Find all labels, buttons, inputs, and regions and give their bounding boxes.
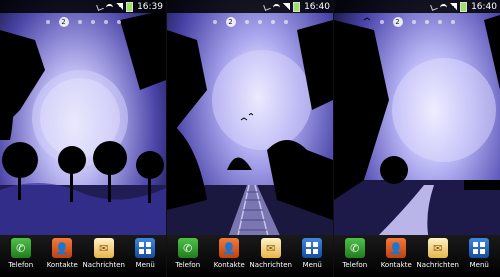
menu-label: Menü	[135, 261, 155, 269]
messages-shortcut[interactable]: ✉ Nachrichten	[82, 238, 125, 269]
clock: 16:40	[304, 1, 330, 12]
current-page-dot: 2	[225, 17, 236, 27]
phone-icon: ✆	[344, 238, 365, 258]
page-dot[interactable]	[411, 20, 416, 24]
signal-icon	[116, 3, 124, 10]
page-dot[interactable]	[77, 20, 82, 24]
page-dot[interactable]	[90, 20, 95, 24]
contacts-label: Kontakte	[46, 261, 78, 269]
battery-icon	[126, 1, 134, 12]
menu-shortcut[interactable]: Menü	[125, 238, 165, 269]
menu-shortcut[interactable]: Menü	[292, 238, 332, 269]
dock: ✆ Telefon 👤 Kontakte ✉ Nachrichten Menü	[0, 235, 166, 277]
messages-shortcut[interactable]: ✉ Nachrichten	[249, 238, 292, 269]
clock: 16:39	[137, 1, 163, 12]
contacts-icon: 👤	[386, 238, 407, 258]
page-dot[interactable]	[103, 20, 108, 24]
signal-icon	[283, 3, 291, 10]
page-indicator: 2	[334, 17, 500, 27]
clock: 16:40	[471, 1, 497, 12]
messages-label: Nachrichten	[82, 261, 125, 269]
usb-icon	[430, 2, 438, 11]
battery-icon	[293, 1, 301, 12]
page-dot[interactable]	[270, 20, 275, 24]
page-dot[interactable]	[437, 20, 442, 24]
phone-icon: ✆	[10, 238, 31, 258]
page-dot[interactable]	[45, 20, 50, 24]
page-dot[interactable]	[244, 20, 249, 24]
messages-label: Nachrichten	[249, 261, 292, 269]
screenshot-strip: 16:39 2 ✆ Telefon 👤 Kontakte ✉ Nachricht…	[0, 0, 500, 277]
messages-icon: ✉	[427, 238, 448, 258]
contacts-label: Kontakte	[213, 261, 245, 269]
dock: ✆ Telefon 👤 Kontakte ✉ Nachrichten Menü	[167, 235, 333, 277]
menu-label: Menü	[469, 261, 489, 269]
phone-label: Telefon	[8, 261, 34, 269]
menu-grid-icon	[135, 238, 156, 258]
page-dot[interactable]	[116, 20, 121, 24]
page-dot[interactable]	[257, 20, 262, 24]
phone-shortcut[interactable]: ✆ Telefon	[335, 238, 375, 269]
signal-icon	[450, 3, 458, 10]
wifi-icon	[106, 3, 114, 10]
contacts-icon: 👤	[219, 238, 240, 258]
current-page-dot: 2	[58, 17, 69, 27]
page-dot[interactable]	[283, 20, 288, 24]
menu-label: Menü	[302, 261, 322, 269]
page-dot[interactable]	[424, 20, 429, 24]
page-dot[interactable]	[450, 20, 455, 24]
phone-label: Telefon	[175, 261, 201, 269]
messages-shortcut[interactable]: ✉ Nachrichten	[416, 238, 459, 269]
wifi-icon	[273, 3, 281, 10]
phone-icon: ✆	[177, 238, 198, 258]
contacts-icon: 👤	[52, 238, 73, 258]
contacts-shortcut[interactable]: 👤 Kontakte	[209, 238, 249, 269]
battery-icon	[460, 1, 468, 12]
contacts-shortcut[interactable]: 👤 Kontakte	[376, 238, 416, 269]
dock: ✆ Telefon 👤 Kontakte ✉ Nachrichten Menü	[334, 235, 500, 277]
menu-grid-icon	[469, 238, 490, 258]
menu-grid-icon	[302, 238, 323, 258]
page-indicator: 2	[167, 17, 333, 27]
phone-shortcut[interactable]: ✆ Telefon	[168, 238, 208, 269]
phone-label: Telefon	[342, 261, 368, 269]
phone-screen-3: 16:40 2 ✆ Telefon 👤 Kontakte ✉ Nachricht…	[334, 0, 500, 277]
page-indicator: 2	[0, 17, 166, 27]
contacts-shortcut[interactable]: 👤 Kontakte	[42, 238, 82, 269]
messages-icon: ✉	[260, 238, 281, 258]
page-dot[interactable]	[379, 20, 384, 24]
phone-screen-1: 16:39 2 ✆ Telefon 👤 Kontakte ✉ Nachricht…	[0, 0, 167, 277]
contacts-label: Kontakte	[380, 261, 412, 269]
phone-screen-2: 16:40 2 ✆ Telefon 👤 Kontakte ✉ Nachricht…	[167, 0, 334, 277]
messages-label: Nachrichten	[416, 261, 459, 269]
phone-shortcut[interactable]: ✆ Telefon	[1, 238, 41, 269]
current-page-dot: 2	[392, 17, 403, 27]
wifi-icon	[440, 3, 448, 10]
page-dot[interactable]	[212, 20, 217, 24]
messages-icon: ✉	[93, 238, 114, 258]
usb-icon	[263, 2, 271, 11]
status-bar: 16:39	[0, 0, 166, 13]
status-bar: 16:40	[334, 0, 500, 13]
menu-shortcut[interactable]: Menü	[459, 238, 499, 269]
usb-icon	[96, 2, 104, 11]
status-bar: 16:40	[167, 0, 333, 13]
